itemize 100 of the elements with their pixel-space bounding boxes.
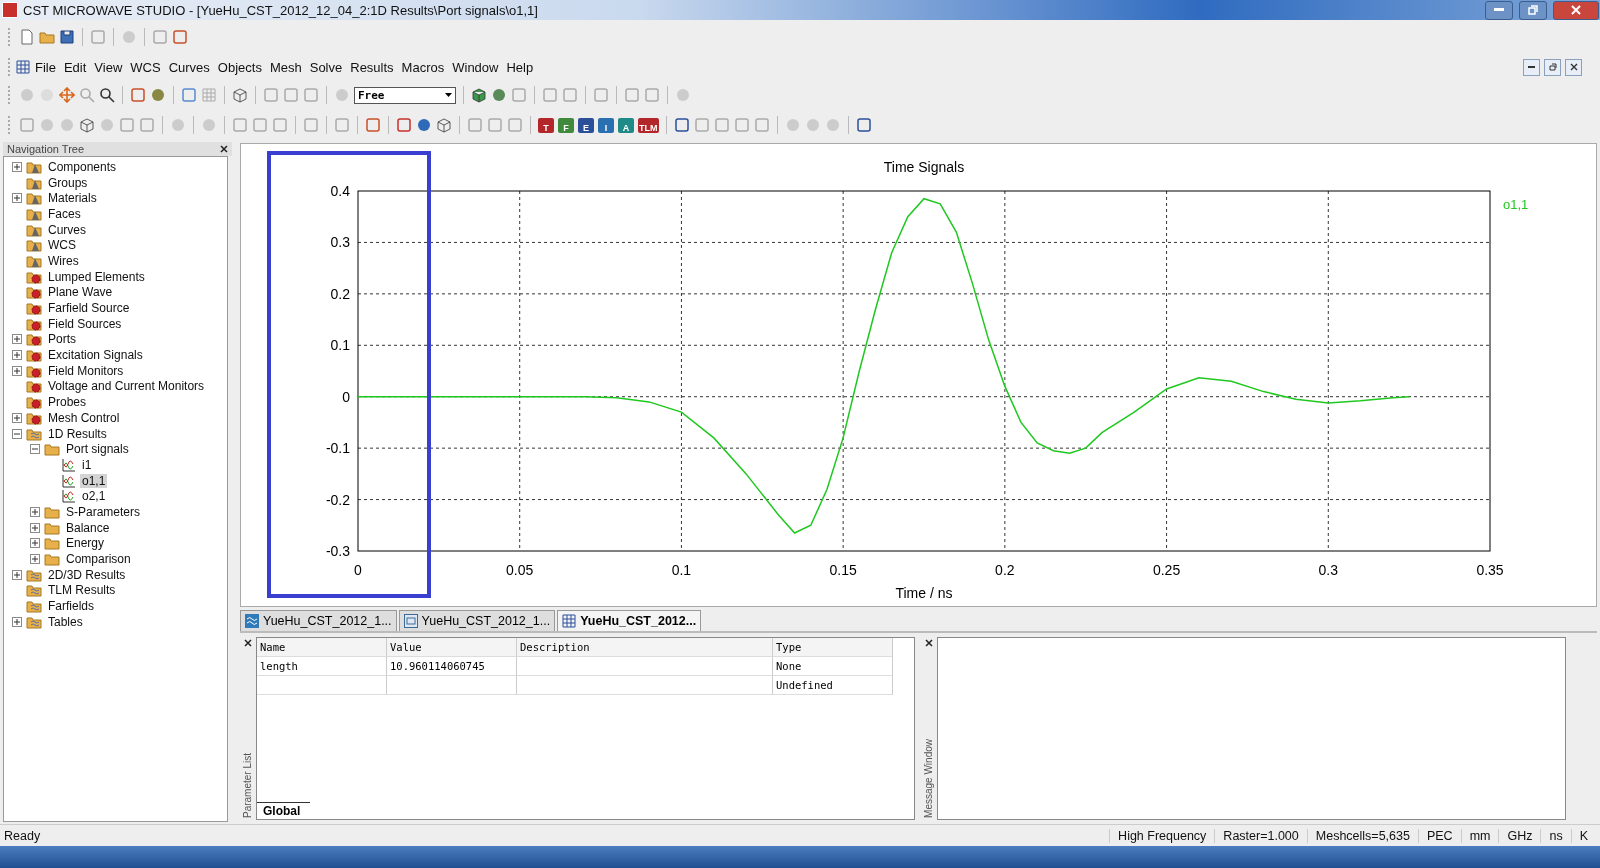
expand-box[interactable] bbox=[12, 193, 22, 204]
expand-box[interactable] bbox=[12, 334, 22, 345]
menu-item[interactable]: Edit bbox=[59, 57, 91, 77]
move-arrows-icon[interactable] bbox=[59, 87, 75, 103]
tree-item[interactable]: Groups bbox=[46, 175, 90, 190]
cube-icon[interactable] bbox=[436, 117, 452, 133]
tree-item[interactable]: Farfield Source bbox=[46, 301, 132, 316]
menu-item[interactable]: Help bbox=[502, 57, 538, 77]
solver-button[interactable]: I bbox=[598, 117, 614, 133]
menu-item[interactable]: WCS bbox=[126, 57, 165, 77]
tree-item[interactable]: S-Parameters bbox=[64, 504, 143, 519]
menu-item[interactable]: Solve bbox=[305, 57, 347, 77]
new-document-icon[interactable] bbox=[19, 29, 35, 45]
cube-icon[interactable] bbox=[232, 87, 248, 103]
mode-dropdown[interactable]: Free bbox=[354, 86, 456, 104]
menu-item[interactable]: Macros bbox=[397, 57, 449, 77]
expand-box[interactable] bbox=[12, 161, 22, 172]
expand-box[interactable] bbox=[30, 538, 40, 549]
solver-button[interactable]: E bbox=[578, 117, 594, 133]
tree-item[interactable]: Comparison bbox=[64, 552, 133, 567]
tree-item[interactable]: Field Sources bbox=[46, 316, 124, 331]
tree-item[interactable]: Wires bbox=[46, 253, 81, 268]
expand-box[interactable] bbox=[12, 616, 22, 627]
wave-icon bbox=[245, 614, 259, 628]
expand-box[interactable] bbox=[30, 522, 40, 533]
solver-button[interactable]: TLM bbox=[638, 117, 659, 133]
restore-button[interactable] bbox=[1519, 0, 1547, 20]
tree-item[interactable]: 2D/3D Results bbox=[46, 567, 128, 582]
folder-wave-icon bbox=[26, 583, 42, 598]
minimize-button[interactable] bbox=[1485, 0, 1513, 20]
expand-box[interactable] bbox=[12, 569, 22, 580]
zoom-icon[interactable] bbox=[99, 87, 115, 103]
folder-gear-icon bbox=[26, 269, 42, 284]
solver-button[interactable]: F bbox=[558, 117, 574, 133]
tree-item[interactable]: Balance bbox=[64, 520, 112, 535]
document-tab[interactable]: YueHu_CST_2012_1... bbox=[240, 610, 397, 631]
status-field: PEC bbox=[1417, 828, 1461, 843]
menu-item[interactable]: Mesh bbox=[265, 57, 306, 77]
close-icon[interactable] bbox=[925, 639, 933, 647]
menu-item[interactable]: File bbox=[31, 57, 60, 77]
tree-item[interactable]: Voltage and Current Monitors bbox=[46, 379, 207, 394]
square-icon[interactable] bbox=[855, 117, 872, 133]
tree-item[interactable]: Probes bbox=[46, 395, 89, 410]
grid-icon[interactable] bbox=[201, 87, 217, 103]
expand-box[interactable] bbox=[30, 554, 40, 565]
restore-button[interactable] bbox=[1544, 58, 1561, 76]
save-icon[interactable] bbox=[59, 29, 75, 45]
collapse-box[interactable] bbox=[30, 444, 40, 455]
tree-item[interactable]: Farfields bbox=[46, 599, 96, 614]
tree-item[interactable]: o2,1 bbox=[80, 489, 108, 504]
tree-item[interactable]: Materials bbox=[46, 191, 99, 206]
grid-icon[interactable] bbox=[15, 59, 31, 75]
tree-item[interactable]: Mesh Control bbox=[46, 410, 122, 425]
expand-box[interactable] bbox=[30, 506, 40, 517]
circle-icon[interactable] bbox=[150, 87, 166, 103]
menu-item[interactable]: Results bbox=[346, 57, 398, 77]
tree-item[interactable]: Faces bbox=[46, 206, 83, 221]
cube-icon[interactable] bbox=[79, 117, 95, 133]
tree-item[interactable]: Energy bbox=[64, 536, 107, 551]
tree-item[interactable]: 1D Results bbox=[46, 426, 109, 441]
tree-item[interactable]: WCS bbox=[46, 238, 78, 253]
tree-item[interactable]: Excitation Signals bbox=[46, 348, 145, 363]
close-icon[interactable] bbox=[220, 145, 228, 153]
cube-icon[interactable] bbox=[471, 87, 487, 103]
menu-item[interactable]: Objects bbox=[213, 57, 266, 77]
solver-button[interactable]: A bbox=[618, 117, 634, 133]
expand-box[interactable] bbox=[12, 350, 22, 361]
menu-item[interactable]: View bbox=[90, 57, 127, 77]
folder-gear-icon bbox=[26, 348, 42, 363]
tree-item[interactable]: Components bbox=[46, 159, 119, 174]
tree-item[interactable]: Field Monitors bbox=[46, 363, 126, 378]
solver-button[interactable]: T bbox=[538, 117, 554, 133]
close-button[interactable] bbox=[1565, 58, 1582, 76]
tree-item[interactable]: i1 bbox=[80, 457, 94, 472]
x-tick-label: 0.1 bbox=[671, 562, 692, 578]
expand-box[interactable] bbox=[12, 365, 22, 376]
expand-box[interactable] bbox=[12, 412, 22, 423]
circle-icon[interactable] bbox=[416, 117, 432, 133]
menu-item[interactable]: Curves bbox=[164, 57, 214, 77]
tree-item[interactable]: TLM Results bbox=[46, 583, 118, 598]
tree-item[interactable]: o1,1 bbox=[80, 473, 108, 488]
tree-item[interactable]: Plane Wave bbox=[46, 285, 115, 300]
document-tab[interactable]: YueHu_CST_2012... bbox=[557, 610, 702, 631]
tree-item[interactable]: Ports bbox=[46, 332, 78, 347]
square-icon[interactable] bbox=[396, 117, 412, 133]
tree-item[interactable]: Tables bbox=[46, 614, 85, 629]
folder-gear-icon bbox=[26, 379, 42, 394]
grid-icon bbox=[562, 614, 577, 628]
menu-item[interactable]: Window bbox=[448, 57, 503, 77]
signal-plot-icon bbox=[62, 489, 76, 504]
square-icon[interactable] bbox=[130, 87, 146, 103]
close-icon[interactable] bbox=[244, 639, 252, 647]
square-icon[interactable] bbox=[673, 117, 690, 133]
tree-item[interactable]: Curves bbox=[46, 222, 88, 237]
document-tab[interactable]: YueHu_CST_2012_1... bbox=[398, 610, 556, 631]
tree-item[interactable]: Lumped Elements bbox=[46, 269, 147, 284]
collapse-box[interactable] bbox=[12, 428, 22, 439]
tree-item[interactable]: Port signals bbox=[64, 442, 131, 457]
close-button[interactable] bbox=[1553, 0, 1599, 20]
minimize-button[interactable] bbox=[1523, 58, 1540, 76]
